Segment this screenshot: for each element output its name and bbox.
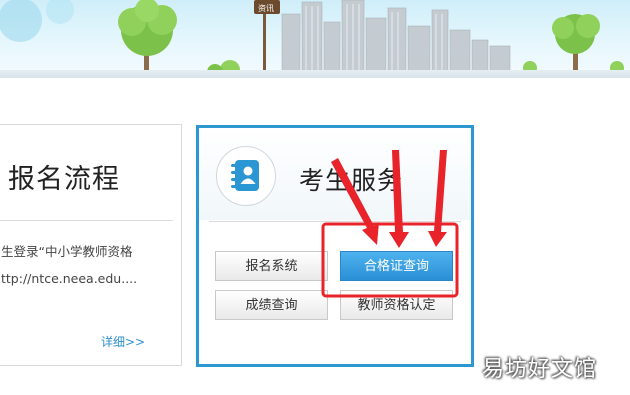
banner-ground bbox=[0, 70, 630, 78]
flow-card-divider bbox=[0, 220, 173, 221]
watermark-text: 易坊好文馆 bbox=[482, 357, 598, 382]
tree-right-icon bbox=[552, 14, 600, 74]
header-banner: 资讯 bbox=[0, 0, 630, 78]
services-card-title: 考生服务 bbox=[299, 166, 404, 195]
registration-system-button[interactable]: 报名系统 bbox=[215, 251, 328, 281]
skyline-buildings bbox=[281, 0, 511, 75]
certificate-query-button[interactable]: 合格证查询 bbox=[340, 251, 453, 281]
score-query-button[interactable]: 成绩查询 bbox=[215, 290, 328, 320]
teacher-certification-button[interactable]: 教师资格认定 bbox=[340, 290, 453, 320]
signpost-icon: 资讯 bbox=[254, 0, 280, 74]
registration-flow-card: 报名流程 生登录“中小学教师资格 ttp://ntce.neea.edu....… bbox=[0, 124, 182, 366]
examinee-services-card: 考生服务 报名系统 合格证查询 成绩查询 教师资格认定 bbox=[196, 125, 474, 367]
banner-sign-text: 资讯 bbox=[258, 3, 274, 13]
services-card-divider bbox=[209, 221, 461, 222]
city-skyline-illustration: 资讯 bbox=[0, 0, 624, 78]
flow-card-title: 报名流程 bbox=[8, 164, 120, 195]
flow-details-link[interactable]: 详细>> bbox=[101, 333, 145, 350]
contact-book-icon bbox=[216, 146, 276, 206]
flow-card-text-line1: 生登录“中小学教师资格 bbox=[1, 244, 133, 259]
flow-card-text-line2: ttp://ntce.neea.edu.... bbox=[1, 271, 138, 286]
tree-left-icon bbox=[118, 0, 177, 74]
